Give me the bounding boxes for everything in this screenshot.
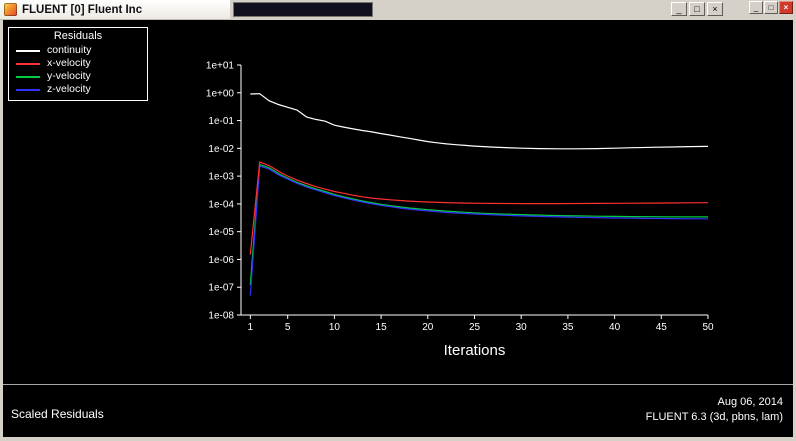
svg-text:10: 10	[329, 322, 341, 333]
legend-title: Residuals	[53, 30, 103, 42]
svg-text:1e-02: 1e-02	[208, 144, 234, 155]
svg-text:1e+01: 1e+01	[206, 61, 235, 72]
legend-item: x-velocity	[9, 57, 147, 70]
svg-text:1e+00: 1e+00	[206, 88, 235, 99]
svg-text:30: 30	[516, 322, 528, 333]
svg-text:35: 35	[562, 322, 574, 333]
svg-text:45: 45	[656, 322, 668, 333]
svg-text:15: 15	[376, 322, 388, 333]
plot-title: Scaled Residuals	[11, 407, 104, 421]
svg-text:1e-06: 1e-06	[208, 255, 234, 266]
fluent-icon	[4, 3, 17, 16]
legend-item-label: x-velocity	[47, 57, 91, 69]
background-window-titlebar[interactable]	[233, 2, 373, 17]
svg-text:25: 25	[469, 322, 481, 333]
title-area[interactable]: FLUENT [0] Fluent Inc	[0, 0, 230, 20]
svg-text:5: 5	[285, 322, 291, 333]
svg-text:50: 50	[702, 322, 714, 333]
maximize-button[interactable]: □	[689, 2, 705, 16]
date-label: Aug 06, 2014	[717, 396, 783, 408]
plot-caption-bar: Scaled Residuals Aug 06, 2014 FLUENT 6.3…	[3, 384, 793, 437]
window-title: FLUENT [0] Fluent Inc	[22, 3, 143, 16]
legend-line-sample-y-velocity	[16, 75, 40, 78]
legend-item-label: continuity	[47, 44, 92, 56]
svg-text:1: 1	[248, 322, 254, 333]
solver-info-label: FLUENT 6.3 (3d, pbns, lam)	[645, 411, 783, 423]
legend-line-sample-x-velocity	[16, 62, 40, 65]
window-border-bottom	[0, 437, 796, 441]
plot-area: 1e+01 1e+00 1e-01 1e-02 1e-03 1e-04 1e-05 1e-06…	[3, 20, 793, 384]
svg-text:1e-01: 1e-01	[208, 116, 234, 127]
legend-item: z-velocity	[9, 83, 147, 96]
window-border-left	[0, 20, 3, 441]
svg-text:1e-05: 1e-05	[208, 227, 234, 238]
outer-window-controls: _ □ ×	[749, 1, 793, 14]
window-controls: _ □ ×	[671, 2, 723, 16]
legend-item: y-velocity	[9, 70, 147, 83]
svg-text:1e-07: 1e-07	[208, 283, 234, 294]
svg-text:20: 20	[422, 322, 434, 333]
outer-maximize-button[interactable]: □	[764, 1, 778, 14]
legend-item: continuity	[9, 44, 147, 57]
legend: Residuals continuity x-velocity y-veloci…	[8, 27, 148, 101]
svg-text:40: 40	[609, 322, 621, 333]
minimize-button[interactable]: _	[671, 2, 687, 16]
titlebar[interactable]: FLUENT [0] Fluent Inc _ □ × _ □ ×	[0, 0, 796, 20]
svg-text:Iterations: Iterations	[444, 342, 506, 359]
outer-minimize-button[interactable]: _	[749, 1, 763, 14]
legend-line-sample-continuity	[16, 49, 40, 52]
close-button[interactable]: ×	[707, 2, 723, 16]
legend-line-sample-z-velocity	[16, 88, 40, 91]
plot-info: Aug 06, 2014 FLUENT 6.3 (3d, pbns, lam)	[646, 395, 783, 425]
legend-item-label: z-velocity	[47, 83, 91, 95]
svg-text:1e-03: 1e-03	[208, 172, 234, 183]
svg-text:1e-08: 1e-08	[208, 311, 234, 322]
outer-close-button[interactable]: ×	[779, 1, 793, 14]
legend-item-label: y-velocity	[47, 70, 91, 82]
svg-text:1e-04: 1e-04	[208, 199, 234, 210]
